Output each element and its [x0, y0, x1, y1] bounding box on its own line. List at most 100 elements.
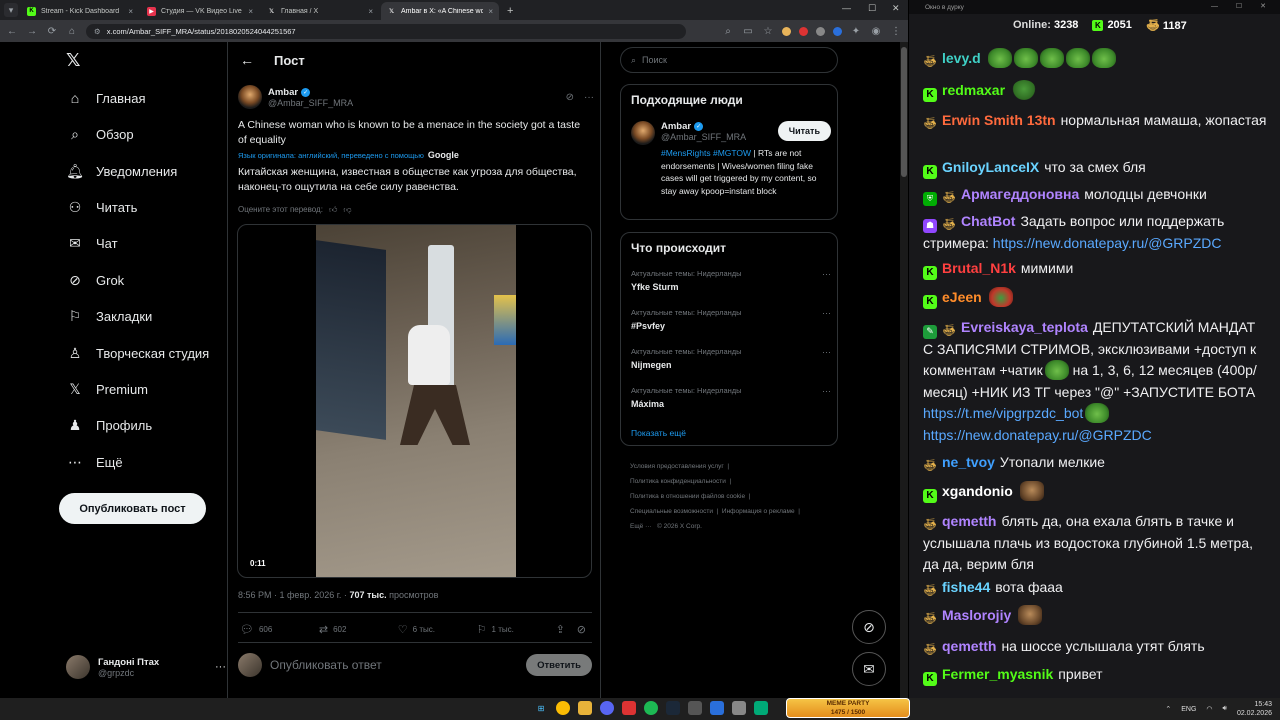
author-avatar[interactable]	[238, 85, 262, 109]
translation-note-text[interactable]: Язык оригинала: английский, переведено с…	[238, 151, 424, 160]
nav-follow[interactable]: ⚇ Читать	[66, 194, 138, 220]
menu-icon[interactable]: ⋮	[890, 26, 902, 37]
chat-username[interactable]: ne_tvoy	[942, 454, 995, 470]
tab-kick[interactable]: K Stream - Kick Dashboard ×	[21, 2, 139, 20]
thumbs-up-icon[interactable]: 👍︎	[329, 205, 337, 215]
bio-hashtags[interactable]: #MensRights #MGTOW	[661, 148, 751, 158]
user-name[interactable]: Ambar	[661, 121, 691, 132]
app-icon[interactable]	[622, 701, 636, 715]
extension-icon[interactable]	[799, 26, 808, 36]
reply-input[interactable]: Опубликовать ответ	[270, 658, 518, 672]
search-input[interactable]: ⌕ Поиск	[620, 47, 838, 73]
chat-username[interactable]: Evreiskaya_teplota	[961, 319, 1088, 335]
tab-x-home[interactable]: 𝕏 Главная / X ×	[261, 2, 379, 20]
messages-fab-icon[interactable]: ✉	[852, 652, 886, 686]
chat-username[interactable]: GniloyLanceIX	[942, 159, 1039, 175]
language-indicator[interactable]: ENG	[1181, 706, 1196, 713]
chat-username[interactable]: eJeen	[942, 289, 982, 305]
publish-post-button[interactable]: Опубликовать пост	[59, 493, 206, 524]
folder-icon[interactable]	[578, 701, 592, 715]
video-player[interactable]: 0:11	[237, 224, 592, 578]
chat-username[interactable]: xgandonio	[942, 483, 1013, 499]
reload-icon[interactable]: ⟳	[46, 26, 58, 37]
chat-link[interactable]: https://new.donatepay.ru/@GRPZDC	[993, 235, 1222, 251]
follow-button[interactable]: Читать	[777, 121, 831, 141]
tab-search-icon[interactable]: ▾	[4, 3, 18, 17]
discord-icon[interactable]	[600, 701, 614, 715]
footer-link[interactable]: Ещё ···	[630, 523, 652, 530]
user-handle[interactable]: @Ambar_SIFF_MRA	[661, 132, 746, 142]
more-icon[interactable]: ···	[822, 308, 831, 318]
back-arrow-icon[interactable]: ←	[240, 52, 254, 68]
tab-x-post[interactable]: 𝕏 Ambar в X: «A Chinese woman ×	[381, 2, 499, 20]
window-close-icon[interactable]: ✕	[892, 3, 900, 14]
chat-link[interactable]: https://t.me/vipgrpzdc_bot	[923, 405, 1083, 421]
spotify-icon[interactable]	[644, 701, 658, 715]
chat-username[interactable]: Maslorojiy	[942, 607, 1011, 623]
close-icon[interactable]: ×	[248, 7, 253, 16]
extension-icon[interactable]	[782, 26, 791, 36]
puzzle-icon[interactable]: ✦	[850, 26, 862, 37]
app-icon[interactable]	[710, 701, 724, 715]
new-tab-icon[interactable]: +	[507, 5, 513, 17]
close-icon[interactable]: ×	[128, 7, 133, 16]
app-icon[interactable]	[754, 701, 768, 715]
author-avatar[interactable]	[631, 121, 655, 145]
chat-username[interactable]: qemetth	[942, 513, 996, 529]
chat-username[interactable]: fishe44	[942, 579, 990, 595]
trend-item[interactable]: Актуальные темы: Нидерланды #Psvfey ···	[631, 308, 831, 331]
tab-vk[interactable]: ▶ Студия — VK Видео Live ×	[141, 2, 259, 20]
nav-notifications[interactable]: 🔔︎ Уведомления	[66, 158, 177, 184]
footer-link[interactable]: Условия предоставления услуг	[630, 463, 724, 470]
trend-item[interactable]: Актуальные темы: Нидерланды Máxima ···	[631, 386, 831, 409]
more-icon[interactable]: ···	[584, 92, 594, 103]
grok-icon[interactable]: ⊘	[852, 610, 886, 644]
repost-button[interactable]: ⇄ 602	[319, 623, 398, 636]
x-logo-icon[interactable]: 𝕏	[66, 50, 81, 71]
thumbs-down-icon[interactable]: 👎︎	[343, 205, 351, 215]
grok-icon[interactable]: ⊘	[566, 92, 574, 103]
bookmark-button[interactable]: ⚐ 1 тыс.	[477, 623, 556, 636]
chat-username[interactable]: Fermer_myasnik	[942, 666, 1053, 682]
more-icon[interactable]: ···	[822, 347, 831, 357]
url-field[interactable]: ⚙ x.com/Ambar_SIFF_MRA/status/2018020524…	[86, 23, 686, 39]
maximize-icon[interactable]: ☐	[868, 3, 876, 14]
grok-icon[interactable]: ⊘	[577, 623, 586, 636]
obs-icon[interactable]	[688, 701, 702, 715]
share-icon[interactable]: ⇪	[556, 623, 565, 636]
start-icon[interactable]: ⊞	[534, 701, 548, 715]
window-controls[interactable]: — ☐ ✕	[1211, 2, 1274, 10]
more-icon[interactable]: ···	[822, 386, 831, 396]
nav-messages[interactable]: ✉ Чат	[66, 230, 117, 256]
chat-username[interactable]: qemetth	[942, 638, 996, 654]
chrome-icon[interactable]	[556, 701, 570, 715]
zoom-icon[interactable]: ⌕	[722, 26, 734, 37]
extension-icon[interactable]	[816, 26, 825, 36]
scrollbar-thumb[interactable]	[901, 47, 907, 177]
nav-grok[interactable]: ⊘ Grok	[66, 267, 124, 293]
home-icon[interactable]: ⌂	[66, 26, 78, 37]
chat-username[interactable]: Erwin Smith 13tn	[942, 112, 1056, 128]
video-frame[interactable]	[316, 225, 516, 577]
clock[interactable]: 15:43 02.02.2026	[1237, 700, 1272, 718]
nav-profile[interactable]: ♟ Профиль	[66, 412, 152, 438]
cast-icon[interactable]: ▭	[742, 26, 754, 37]
close-icon[interactable]: ×	[368, 7, 373, 16]
volume-icon[interactable]: 🔊︎	[1223, 705, 1227, 713]
footer-link[interactable]: Информация о рекламе	[722, 508, 795, 515]
trend-item[interactable]: Актуальные темы: Нидерланды Nijmegen ···	[631, 347, 831, 370]
trend-item[interactable]: Актуальные темы: Нидерланды Yfke Sturm ···	[631, 269, 831, 292]
more-icon[interactable]: ···	[215, 661, 226, 673]
back-icon[interactable]: ←	[6, 26, 18, 37]
footer-link[interactable]: Политика конфиденциальности	[630, 478, 726, 485]
nav-explore[interactable]: ⌕ Обзор	[66, 121, 133, 147]
chat-username[interactable]: redmaxar	[942, 82, 1005, 98]
app-icon[interactable]	[732, 701, 746, 715]
nav-studio[interactable]: ♙ Творческая студия	[66, 340, 210, 366]
more-icon[interactable]: ···	[822, 269, 831, 279]
nav-bookmarks[interactable]: ⚐ Закладки	[66, 303, 153, 329]
author-handle[interactable]: @Ambar_SIFF_MRA	[268, 98, 353, 108]
star-icon[interactable]: ☆	[762, 26, 774, 37]
reply-submit-button[interactable]: Ответить	[526, 654, 592, 676]
reply-button[interactable]: 💬︎ 606	[240, 623, 319, 636]
